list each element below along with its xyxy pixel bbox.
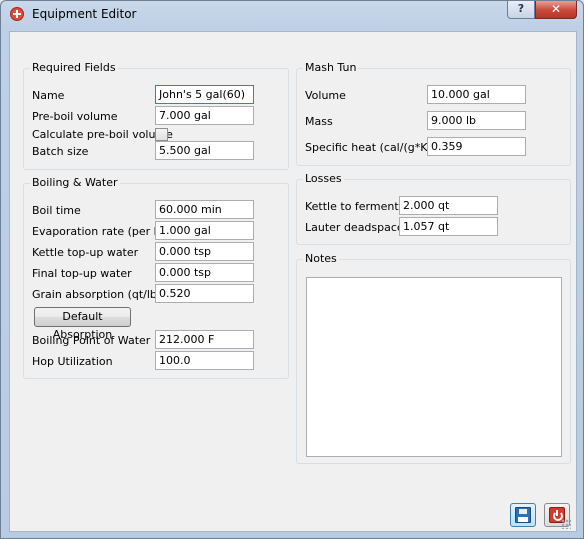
lauter-deadspace-label: Lauter deadspace bbox=[305, 221, 404, 234]
grain-absorption-label: Grain absorption (qt/lb) bbox=[32, 288, 162, 301]
boil-time-field[interactable]: 60.000 min bbox=[155, 200, 254, 219]
required-fields-title: Required Fields bbox=[30, 61, 118, 74]
kettle-topup-field[interactable]: 0.000 tsp bbox=[155, 242, 254, 261]
help-button[interactable]: ? bbox=[507, 1, 535, 19]
resize-grip[interactable] bbox=[561, 519, 571, 529]
tun-volume-label: Volume bbox=[305, 89, 346, 102]
mash-tun-group: Mash Tun Volume 10.000 gal Mass 9.000 lb… bbox=[296, 61, 571, 166]
calculate-preboil-checkbox[interactable] bbox=[155, 128, 168, 141]
name-label: Name bbox=[32, 89, 65, 102]
notes-title: Notes bbox=[303, 252, 339, 265]
kettle-to-fermenter-field[interactable]: 2.000 qt bbox=[399, 196, 498, 215]
preboil-volume-label: Pre-boil volume bbox=[32, 110, 118, 123]
boiling-point-label: Boiling Point of Water bbox=[32, 334, 151, 347]
notes-textarea[interactable] bbox=[306, 277, 562, 457]
lauter-deadspace-field[interactable]: 1.057 qt bbox=[399, 217, 498, 236]
hop-utilization-field[interactable]: 100.0 bbox=[155, 351, 254, 370]
hop-utilization-label: Hop Utilization bbox=[32, 355, 113, 368]
boiling-water-title: Boiling & Water bbox=[30, 176, 120, 189]
save-button[interactable] bbox=[510, 503, 536, 527]
title-bar[interactable]: Equipment Editor ? ✕ bbox=[1, 1, 583, 29]
name-field[interactable]: John's 5 gal(60) bbox=[155, 85, 254, 104]
tun-mass-field[interactable]: 9.000 lb bbox=[427, 111, 526, 130]
app-icon bbox=[10, 7, 24, 21]
close-button[interactable]: ✕ bbox=[535, 1, 577, 19]
specific-heat-label: Specific heat (cal/(g*K)) bbox=[305, 141, 437, 154]
floppy-disk-icon bbox=[515, 507, 531, 523]
calculate-preboil-label: Calculate pre-boil volume bbox=[32, 128, 173, 141]
default-absorption-button[interactable]: Default Absorption bbox=[34, 307, 131, 341]
boiling-point-field[interactable]: 212.000 F bbox=[155, 330, 254, 349]
required-fields-group: Required Fields Name John's 5 gal(60) Pr… bbox=[23, 61, 289, 170]
evaporation-rate-field[interactable]: 1.000 gal bbox=[155, 221, 254, 240]
kettle-topup-label: Kettle top-up water bbox=[32, 246, 139, 259]
tun-volume-field[interactable]: 10.000 gal bbox=[427, 85, 526, 104]
losses-title: Losses bbox=[303, 172, 344, 185]
mash-tun-title: Mash Tun bbox=[303, 61, 359, 74]
boil-time-label: Boil time bbox=[32, 204, 81, 217]
window-title: Equipment Editor bbox=[32, 7, 137, 21]
preboil-volume-field[interactable]: 7.000 gal bbox=[155, 106, 254, 125]
specific-heat-field[interactable]: 0.359 bbox=[427, 137, 526, 156]
kettle-to-fermenter-label: Kettle to fermenter bbox=[305, 200, 410, 213]
notes-group: Notes bbox=[296, 252, 571, 464]
final-topup-label: Final top-up water bbox=[32, 267, 132, 280]
batch-size-field[interactable]: 5.500 gal bbox=[155, 141, 254, 160]
grain-absorption-field[interactable]: 0.520 bbox=[155, 284, 254, 303]
batch-size-label: Batch size bbox=[32, 145, 89, 158]
losses-group: Losses Kettle to fermenter 2.000 qt Laut… bbox=[296, 172, 571, 245]
equipment-editor-window: Equipment Editor ? ✕ Required Fields Nam… bbox=[0, 0, 584, 539]
dialog-body: Required Fields Name John's 5 gal(60) Pr… bbox=[9, 31, 577, 532]
tun-mass-label: Mass bbox=[305, 115, 333, 128]
evaporation-rate-label: Evaporation rate (per hr) bbox=[32, 225, 170, 238]
final-topup-field[interactable]: 0.000 tsp bbox=[155, 263, 254, 282]
boiling-water-group: Boiling & Water Boil time 60.000 min Eva… bbox=[23, 176, 289, 379]
